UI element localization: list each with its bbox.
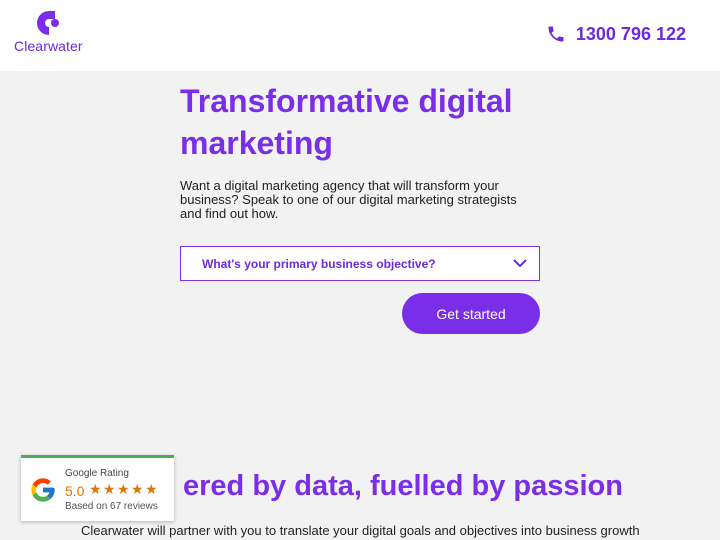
star-rating: ★ ★ ★ ★ ★ <box>89 481 159 497</box>
google-rating-widget[interactable]: Google Rating 5.0 ★ ★ ★ ★ ★ Based on 67 … <box>21 455 174 521</box>
star-icon: ★ <box>145 481 158 497</box>
star-icon: ★ <box>103 481 116 497</box>
rating-label: Google Rating <box>65 468 129 479</box>
brand-name: Clearwater <box>14 38 83 54</box>
select-value: What's your primary business objective? <box>202 257 436 271</box>
phone-link[interactable]: 1300 796 122 <box>546 22 686 46</box>
rating-score: 5.0 <box>65 483 85 499</box>
star-icon: ★ <box>89 481 102 497</box>
star-icon: ★ <box>117 481 130 497</box>
brand-logo[interactable]: Clearwater <box>14 8 94 58</box>
section-text: Clearwater will partner with you to tran… <box>81 523 640 538</box>
hero-title: Transformative digital marketing <box>180 83 513 161</box>
hero-description: Want a digital marketing agency that wil… <box>180 178 517 221</box>
google-g-icon <box>31 478 55 502</box>
site-header: Clearwater 1300 796 122 <box>0 0 720 71</box>
business-objective-select[interactable]: What's your primary business objective? <box>180 246 540 281</box>
phone-number: 1300 796 122 <box>575 23 686 44</box>
clearwater-logo-icon <box>37 11 59 35</box>
chevron-down-icon <box>513 259 527 268</box>
star-icon: ★ <box>131 481 144 497</box>
get-started-button[interactable]: Get started <box>402 293 540 334</box>
rating-reviews: Based on 67 reviews <box>65 501 158 512</box>
phone-icon <box>548 26 564 42</box>
